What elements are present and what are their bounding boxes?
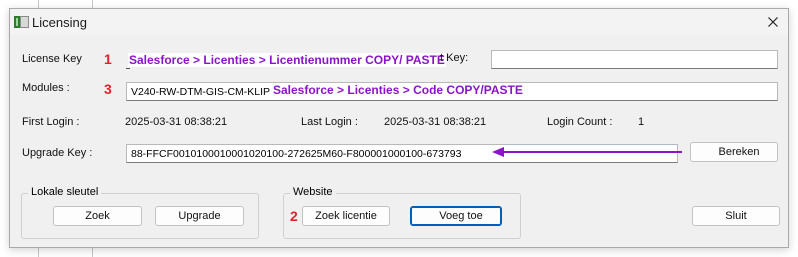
voeg-toe-button[interactable]: Voeg toe	[410, 206, 502, 226]
website-group-title: Website	[290, 186, 336, 198]
annotation-arrow-icon	[492, 147, 682, 157]
first-login-label: First Login :	[22, 116, 80, 128]
close-button[interactable]	[758, 9, 788, 35]
login-count-label: Login Count :	[547, 116, 613, 128]
upgrade-key-label: Upgrade Key :	[22, 147, 93, 159]
licensing-dialog: Licensing License Key 1 Salesforce > Lic…	[9, 8, 789, 248]
annotation-number-3: 3	[104, 81, 112, 97]
close-icon	[768, 17, 778, 27]
lokale-sleutel-group-title: Lokale sleutel	[28, 186, 102, 198]
upgrade-button[interactable]: Upgrade	[155, 206, 244, 226]
sluit-button[interactable]: Sluit	[692, 206, 780, 226]
license-key-annotation: Salesforce > Licenties > Licentienummer …	[128, 53, 446, 67]
annotation-number-1: 1	[104, 51, 112, 67]
window-title: Licensing	[32, 15, 87, 30]
first-login-value: 2025-03-31 08:38:21	[125, 116, 228, 128]
modules-label: Modules :	[22, 82, 70, 94]
hidden-key-field[interactable]	[491, 50, 778, 69]
license-key-field-edge	[126, 68, 130, 69]
app-icon	[14, 16, 29, 28]
login-count-value: 1	[638, 116, 645, 128]
hidden-field-label: t Key:	[440, 52, 469, 64]
annotation-number-2: 2	[290, 208, 298, 224]
license-key-label: License Key	[22, 53, 82, 65]
title-bar: Licensing	[10, 9, 788, 35]
last-login-value: 2025-03-31 08:38:21	[384, 116, 487, 128]
zoek-licentie-button[interactable]: Zoek licentie	[302, 206, 390, 226]
bereken-button[interactable]: Bereken	[690, 142, 778, 162]
last-login-label: Last Login :	[301, 116, 358, 128]
modules-annotation: Salesforce > Licenties > Code COPY/PASTE	[272, 83, 524, 97]
zoek-button[interactable]: Zoek	[53, 206, 142, 226]
